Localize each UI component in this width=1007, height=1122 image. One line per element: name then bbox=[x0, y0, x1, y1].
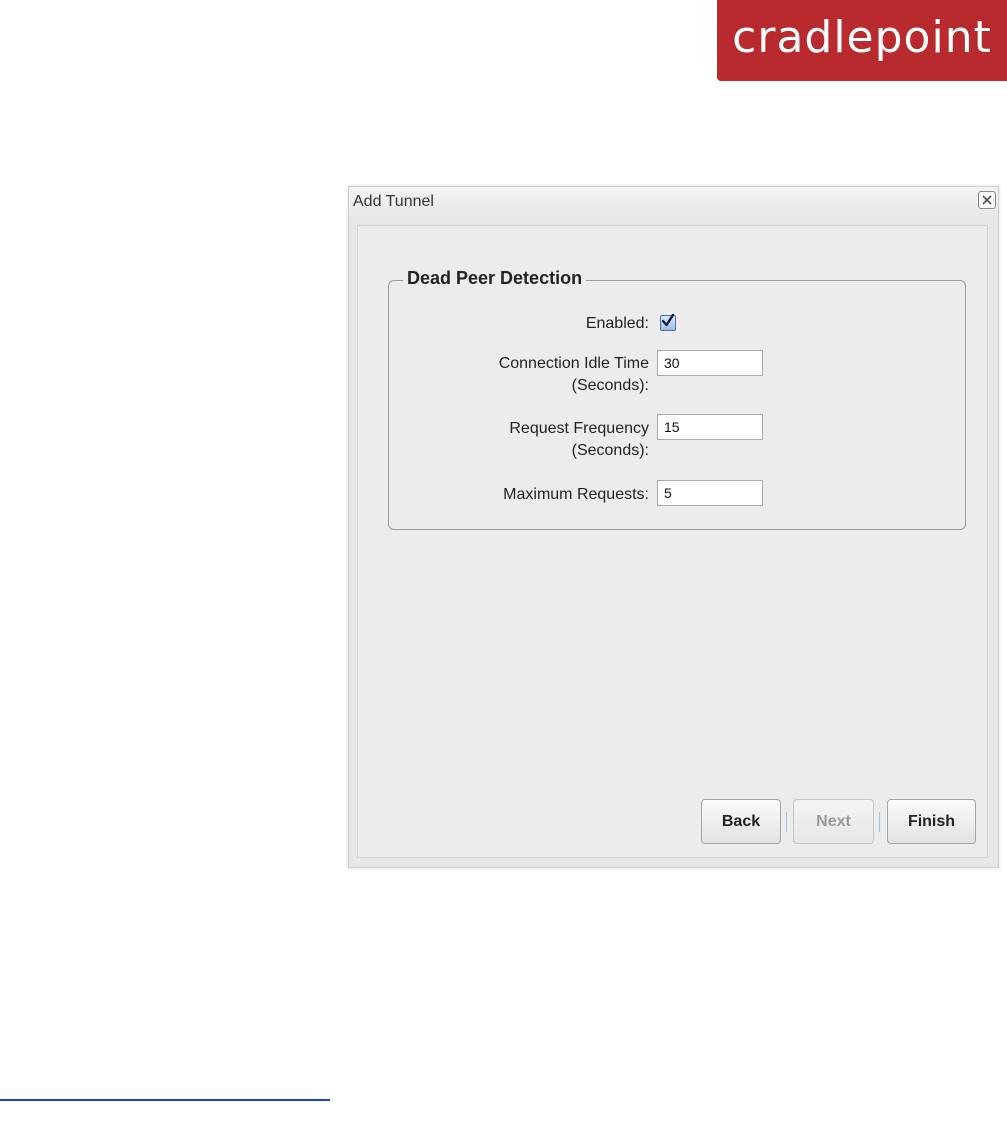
enabled-checkbox[interactable] bbox=[660, 313, 676, 331]
button-separator bbox=[786, 812, 787, 832]
cradlepoint-logo: cradlepoint bbox=[717, 0, 1007, 81]
footer-link-underline[interactable] bbox=[0, 1099, 330, 1101]
dead-peer-detection-fieldset: Dead Peer Detection Enabled: Connection … bbox=[388, 268, 966, 530]
enabled-label: Enabled: bbox=[585, 315, 649, 332]
checkmark-icon bbox=[661, 313, 675, 327]
max-requests-input[interactable] bbox=[657, 480, 763, 506]
idle-time-label: Connection Idle Time bbox=[498, 355, 649, 372]
finish-button[interactable]: Finish bbox=[887, 799, 976, 844]
dialog-body: Dead Peer Detection Enabled: Connection … bbox=[357, 225, 988, 858]
close-button[interactable] bbox=[978, 191, 996, 209]
logo-text: cradlepoint bbox=[732, 11, 992, 63]
idle-time-unit-label: (Seconds): bbox=[571, 377, 649, 394]
request-frequency-unit-label: (Seconds): bbox=[571, 442, 649, 459]
close-icon bbox=[982, 195, 992, 205]
idle-time-input[interactable] bbox=[657, 350, 763, 376]
max-requests-label: Maximum Requests: bbox=[503, 486, 649, 503]
back-button[interactable]: Back bbox=[701, 799, 781, 844]
next-button[interactable]: Next bbox=[793, 799, 874, 844]
fieldset-legend: Dead Peer Detection bbox=[403, 268, 587, 289]
request-frequency-label: Request Frequency bbox=[509, 420, 649, 437]
dialog-title: Add Tunnel bbox=[353, 193, 434, 210]
dialog-titlebar: Add Tunnel bbox=[349, 187, 998, 217]
button-separator bbox=[879, 812, 880, 832]
add-tunnel-dialog: Add Tunnel Dead Peer Detection Enabled: bbox=[348, 186, 999, 868]
request-frequency-input[interactable] bbox=[657, 414, 763, 440]
